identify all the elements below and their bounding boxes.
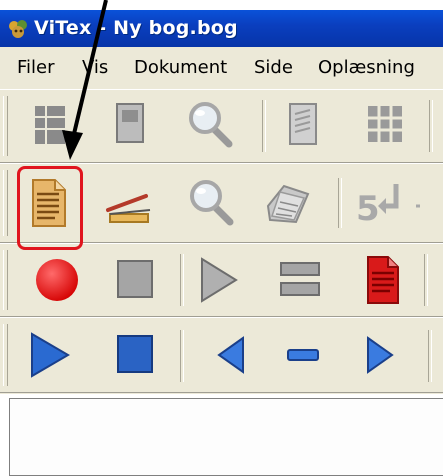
- pointer-arrow-icon: [62, 0, 108, 160]
